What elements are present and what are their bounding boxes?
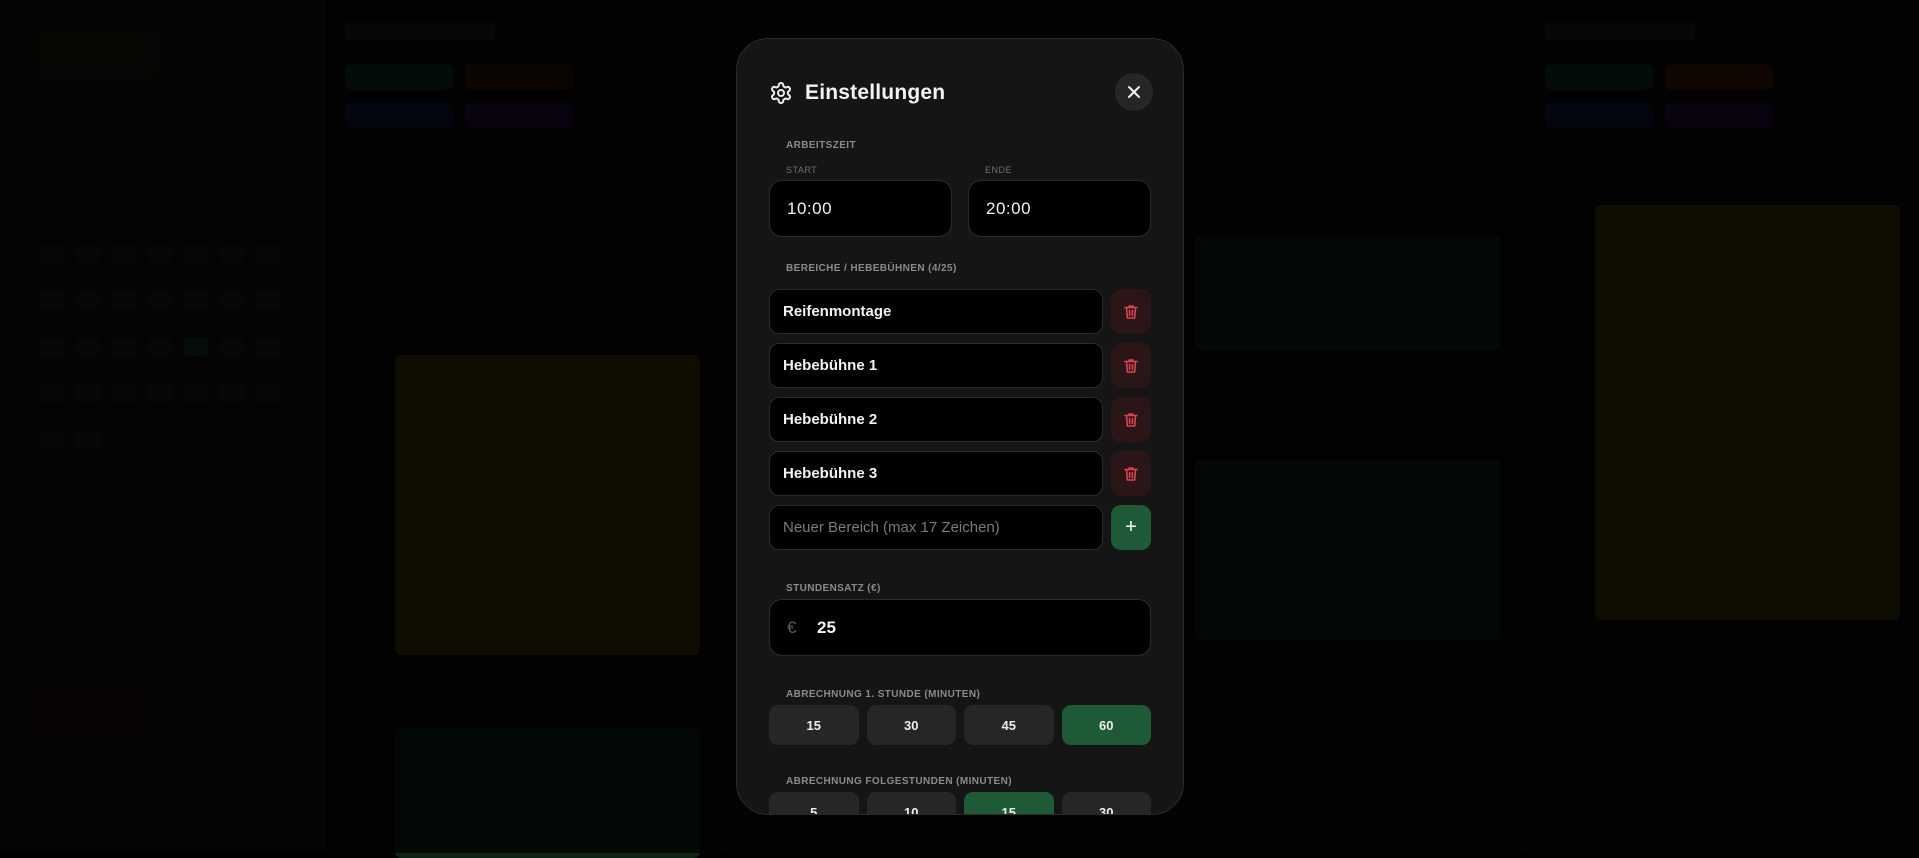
settings-modal-content[interactable]: Einstellungen ARBEITSZEIT START ENDE 10:… [737,39,1183,814]
billing-following-option[interactable]: 5 [769,792,859,814]
add-area-button[interactable]: + [1111,505,1151,550]
start-time-input[interactable]: 10:00 [769,180,952,237]
area-row: Hebebühne 1 [769,343,1151,388]
area-name-input[interactable]: Hebebühne 2 [769,397,1103,442]
settings-modal: Einstellungen ARBEITSZEIT START ENDE 10:… [736,38,1184,815]
trash-icon [1124,304,1138,320]
area-name-input[interactable]: Hebebühne 1 [769,343,1103,388]
gear-icon [769,81,793,105]
billing-following-option-selected[interactable]: 15 [964,792,1054,814]
hourly-rate-input[interactable]: € 25 [769,599,1151,656]
billing-following-selector: 5 10 15 30 [769,792,1151,814]
modal-title: Einstellungen [805,81,946,104]
working-hours-label: ARBEITSZEIT [786,140,856,151]
modal-header: Einstellungen [769,73,1153,113]
plus-icon: + [1125,516,1137,538]
close-icon [1126,84,1142,100]
close-button[interactable] [1115,73,1153,111]
billing-first-hour-label: ABRECHNUNG 1. STUNDE (MINUTEN) [786,689,981,700]
area-name-input[interactable]: Reifenmontage [769,289,1103,334]
area-name-input[interactable]: Hebebühne 3 [769,451,1103,496]
hourly-rate-value: 25 [817,617,836,637]
end-time-input[interactable]: 20:00 [968,180,1151,237]
areas-label: BEREICHE / HEBEBÜHNEN (4/25) [786,263,957,274]
area-row: Reifenmontage [769,289,1151,334]
trash-icon [1124,466,1138,482]
new-area-row: Neuer Bereich (max 17 Zeichen) + [769,505,1151,550]
billing-first-hour-option[interactable]: 15 [769,705,859,745]
delete-area-button[interactable] [1111,343,1151,388]
area-row: Hebebühne 3 [769,451,1151,496]
billing-following-label: ABRECHNUNG FOLGESTUNDEN (MINUTEN) [786,776,1012,787]
hourly-rate-label: STUNDENSATZ (€) [786,583,881,594]
billing-first-hour-option-selected[interactable]: 60 [1061,705,1151,745]
billing-first-hour-option[interactable]: 45 [964,705,1054,745]
euro-icon: € [787,617,797,637]
billing-following-option[interactable]: 10 [866,792,956,814]
delete-area-button[interactable] [1111,289,1151,334]
billing-following-option[interactable]: 30 [1061,792,1151,814]
trash-icon [1124,358,1138,374]
new-area-input[interactable]: Neuer Bereich (max 17 Zeichen) [769,505,1103,550]
billing-first-hour-option[interactable]: 30 [866,705,956,745]
delete-area-button[interactable] [1111,397,1151,442]
area-row: Hebebühne 2 [769,397,1151,442]
trash-icon [1124,412,1138,428]
end-label: ENDE [985,165,1013,175]
delete-area-button[interactable] [1111,451,1151,496]
billing-first-hour-selector: 15 30 45 60 [769,705,1151,745]
start-label: START [786,165,818,175]
